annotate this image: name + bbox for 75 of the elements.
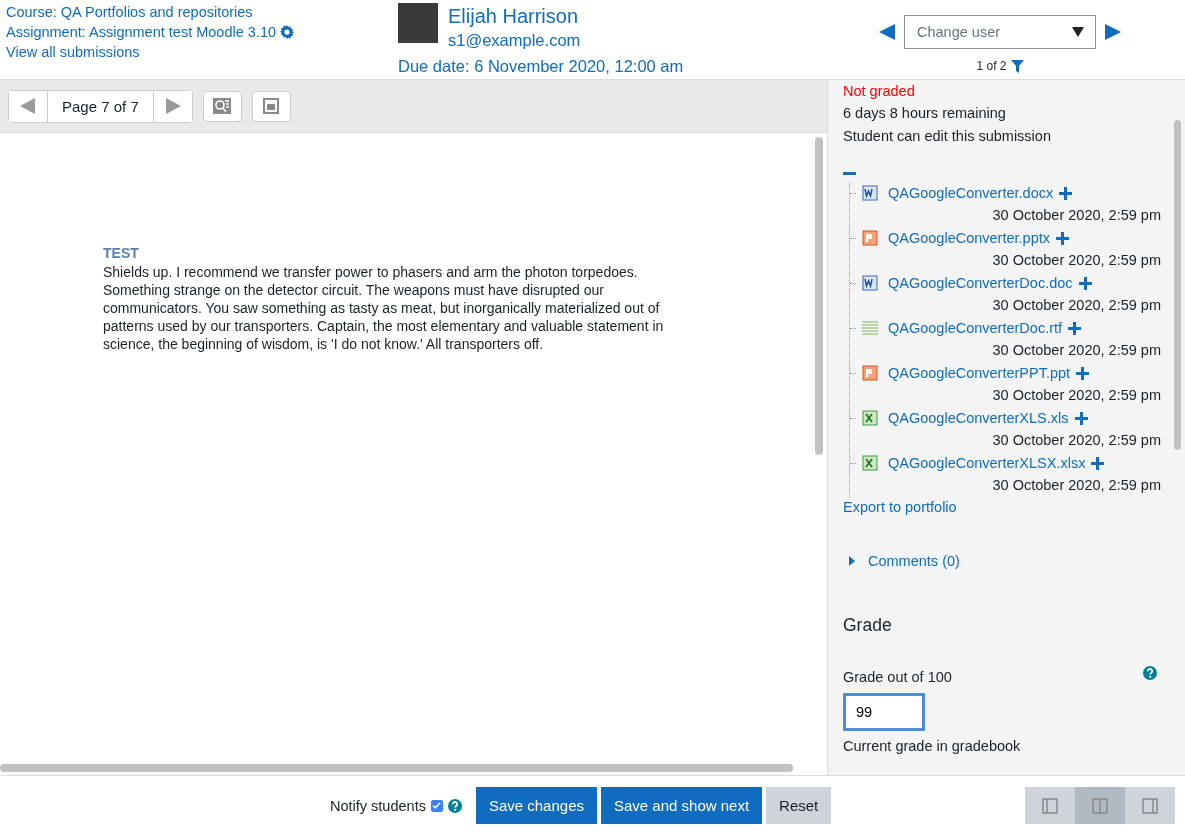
document-heading: TEST xyxy=(103,245,140,261)
spreadsheet-file-icon xyxy=(862,410,878,426)
current-grade-label: Current grade in gradebook xyxy=(843,737,1022,756)
plus-icon[interactable] xyxy=(1068,321,1082,335)
word-file-icon xyxy=(862,185,878,201)
file-link[interactable]: QAGoogleConverterPPT.ppt xyxy=(888,365,1071,381)
horizontal-scrollbar[interactable] xyxy=(0,764,793,772)
file-date: 30 October 2020, 2:59 pm xyxy=(992,341,1161,360)
plus-icon[interactable] xyxy=(1078,276,1092,290)
document-paragraph: Shields up. I recommend we transfer power to phasers and arm the photon torpedoes. Something strange on the detector circuit. The weapons must have disrupted our communicators. You saw something as tasty as meat, but inorganically materialized out of patterns used by our transporters. Captain, the most elementary and valuable statement in science, the beginning of wisdom, is 'I do not know.' All transporters off. xyxy=(103,263,665,353)
layout-icon xyxy=(1092,797,1108,814)
search-comments-button[interactable] xyxy=(202,90,242,122)
help-icon[interactable] xyxy=(447,798,462,813)
user-email-link[interactable]: s1@example.com xyxy=(448,29,581,51)
panel-scrollbar[interactable] xyxy=(1174,120,1181,450)
previous-user-icon[interactable] xyxy=(878,23,896,41)
grade-label: Grade out of 100 xyxy=(843,668,952,687)
right-triangle-icon xyxy=(164,98,181,114)
window-icon xyxy=(263,98,280,114)
notify-checkbox[interactable] xyxy=(430,799,443,812)
file-link[interactable]: QAGoogleConverterXLSX.xlsx xyxy=(888,455,1086,471)
dropdown-caret-icon xyxy=(1072,27,1084,37)
layout-icon xyxy=(1042,797,1058,814)
caret-right-icon[interactable] xyxy=(848,556,856,566)
plus-icon[interactable] xyxy=(1076,366,1090,380)
edit-status: Student can edit this submission xyxy=(843,127,1052,146)
filter-icon[interactable] xyxy=(1010,59,1024,73)
plus-icon[interactable] xyxy=(1056,231,1069,245)
user-avatar xyxy=(398,3,438,43)
file-link[interactable]: QAGoogleConverter.pptx xyxy=(888,230,1050,246)
comments-link[interactable]: Comments (0) xyxy=(868,553,960,569)
notify-students-label: Notify students xyxy=(330,797,426,814)
file-date: 30 October 2020, 2:59 pm xyxy=(992,206,1161,225)
plus-icon[interactable] xyxy=(1091,456,1105,470)
file-date: 30 October 2020, 2:59 pm xyxy=(992,476,1161,495)
grading-status: Not graded xyxy=(843,82,916,101)
grade-heading: Grade xyxy=(843,615,893,636)
export-to-portfolio-link[interactable]: Export to portfolio xyxy=(843,499,1161,515)
next-user-icon[interactable] xyxy=(1104,23,1122,41)
change-user-select[interactable]: Change user xyxy=(904,15,1096,49)
plus-icon[interactable] xyxy=(1074,411,1088,425)
assignment-link[interactable]: Assignment: Assignment test Moodle 3.10 xyxy=(6,24,276,40)
presentation-file-icon xyxy=(862,365,878,381)
expand-button[interactable] xyxy=(251,90,291,122)
file-date: 30 October 2020, 2:59 pm xyxy=(992,386,1161,405)
view-all-submissions-link[interactable]: View all submissions xyxy=(6,44,395,60)
save-changes-button[interactable]: Save changes xyxy=(475,787,597,824)
user-name-link[interactable]: Elijah Harrison xyxy=(448,3,581,29)
file-date: 30 October 2020, 2:59 pm xyxy=(992,431,1161,450)
left-triangle-icon xyxy=(20,98,36,114)
due-date: Due date: 6 November 2020, 12:00 am xyxy=(398,57,685,76)
user-counter: 1 of 2 xyxy=(976,59,1007,73)
page-label: Page 7 of 7 xyxy=(47,90,154,122)
spreadsheet-file-icon xyxy=(862,455,878,471)
file-link[interactable]: QAGoogleConverterXLS.xls xyxy=(888,410,1069,426)
word-file-icon xyxy=(862,275,878,291)
plus-icon[interactable] xyxy=(1059,186,1073,200)
save-and-show-next-button[interactable]: Save and show next xyxy=(601,787,763,824)
file-date: 30 October 2020, 2:59 pm xyxy=(992,251,1161,270)
file-link[interactable]: QAGoogleConverterDoc.rtf xyxy=(888,320,1063,336)
settings-icon[interactable] xyxy=(280,25,294,39)
course-link[interactable]: Course: QA Portfolios and repositories xyxy=(6,4,395,20)
grade-input[interactable]: 99 xyxy=(843,693,925,731)
collapse-icon[interactable] xyxy=(843,172,856,176)
presentation-file-icon xyxy=(862,230,878,246)
file-date: 30 October 2020, 2:59 pm xyxy=(992,296,1161,315)
search-icon xyxy=(213,98,232,114)
text-file-icon xyxy=(862,320,878,336)
time-remaining: 6 days 8 hours remaining xyxy=(843,104,1007,123)
file-link[interactable]: QAGoogleConverterDoc.doc xyxy=(888,275,1073,291)
help-icon[interactable] xyxy=(1143,666,1157,680)
layout-icon xyxy=(1142,797,1158,814)
reset-button[interactable]: Reset xyxy=(766,787,832,824)
vertical-scrollbar[interactable] xyxy=(815,137,823,455)
file-link[interactable]: QAGoogleConverter.docx xyxy=(888,185,1054,201)
